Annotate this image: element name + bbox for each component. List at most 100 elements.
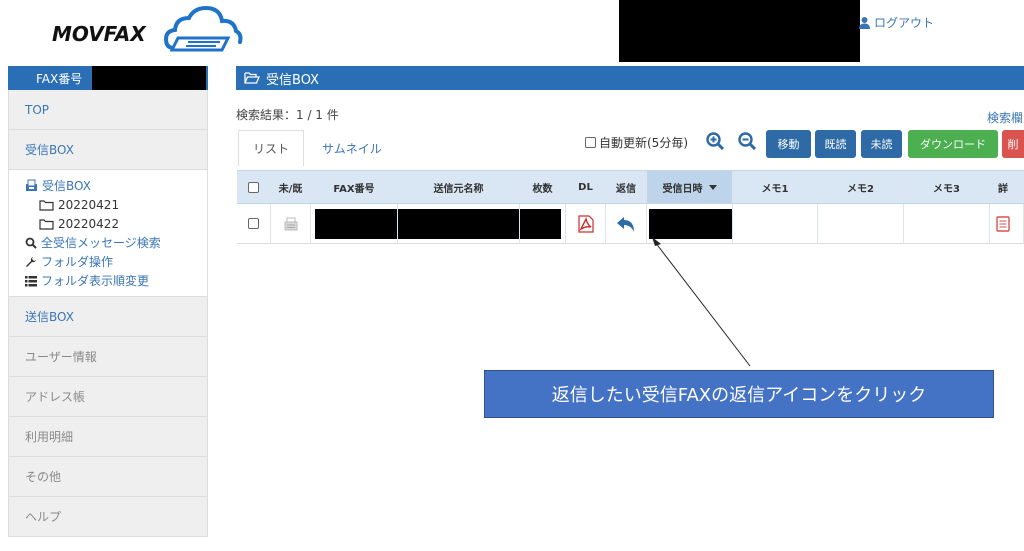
sidebar-item-label: その他 [25,470,62,484]
sender-name-cell [398,204,520,243]
col-header[interactable]: メモ2 [818,171,904,203]
row-select-cell [237,204,271,243]
folder-ops-label: フォルダ操作 [41,255,114,269]
sidebar-title-label: FAX番号 [36,71,83,86]
auto-refresh-checkbox[interactable] [585,137,596,148]
redacted-fax-number [315,208,397,239]
row-checkbox[interactable] [248,218,259,229]
sidebar-item-label: 受信BOX [25,143,74,157]
logout-label: ログアウト [874,16,935,30]
folder-ops-link[interactable]: フォルダ操作 [25,252,207,271]
auto-refresh-toggle[interactable]: 自動更新(5分毎) [585,134,688,151]
read-status-cell [271,204,311,243]
page-title: 受信BOX [266,72,319,88]
user-icon [859,17,870,29]
sidebar-item-help[interactable]: ヘルプ [8,497,208,537]
search-all-link[interactable]: 全受信メッセージ検索 [25,233,207,252]
zoom-in-icon[interactable] [706,132,724,150]
page-count-cell [520,204,566,243]
col-header[interactable]: メモ3 [904,171,990,203]
redacted-fax-number [92,66,206,90]
tab-thumbnail[interactable]: サムネイル [304,130,396,166]
redacted-sender-name [398,208,519,239]
folder-icon [39,218,54,230]
sidebar-item-label: アドレス帳 [25,390,86,404]
memo3-cell [904,204,990,243]
col-header: DL [566,171,606,203]
col-header[interactable]: メモ1 [733,171,818,203]
inbox-tray-icon [26,179,37,191]
sidebar-item-label: 送信BOX [25,310,74,324]
folder-open-icon [244,72,260,84]
sidebar-item-label: 利用明細 [25,430,74,444]
sidebar-title: FAX番号 [8,66,208,90]
sidebar-item-address-book[interactable]: アドレス帳 [8,377,208,417]
received-date-cell [647,204,733,243]
tab-list[interactable]: リスト [238,130,305,166]
pdf-icon[interactable] [577,214,594,233]
sidebar-item-label: ヘルプ [25,510,62,524]
memo1-cell [733,204,818,243]
logo-text: MOVFAX [52,22,146,46]
fax-machine-icon [284,217,297,230]
list-icon [25,275,37,286]
sidebar-item-other[interactable]: その他 [8,457,208,497]
zoom-out-icon[interactable] [738,132,756,150]
detail-cell [990,204,1024,243]
sidebar-item-outbox[interactable]: 送信BOX [8,297,208,337]
folder-label: 20220422 [58,216,120,231]
cloud-fax-icon [164,5,243,52]
sidebar-item-user-info[interactable]: ユーザー情報 [8,337,208,377]
folder-item[interactable]: 20220421 [25,195,207,214]
table-row[interactable] [237,204,1024,244]
col-header-label: 受信日時 [662,183,703,195]
download-button[interactable]: ダウンロード [908,130,998,158]
redacted-received-date [649,208,732,239]
col-header[interactable]: 送信元名称 [398,171,520,203]
search-result-count: 検索結果：1 / 1 件 [236,108,339,122]
download-cell [566,204,606,243]
redacted-page-count [520,208,561,239]
sidebar-item-label: TOP [25,102,50,117]
fax-number-cell [311,204,398,243]
col-header-sorted[interactable]: 受信日時 [647,171,733,203]
sidebar-item-usage-details[interactable]: 利用明細 [8,417,208,457]
header: MOVFAX ログアウト [0,0,1024,62]
movfax-logo[interactable]: MOVFAX [52,4,252,54]
reply-cell [606,204,647,243]
logout-link[interactable]: ログアウト [858,14,934,31]
detail-document-icon[interactable] [996,215,1010,232]
sidebar-item-inbox[interactable]: 受信BOX [8,130,208,170]
auto-refresh-label: 自動更新(5分毎) [599,136,688,150]
mark-unread-button[interactable]: 未読 [861,130,902,158]
view-tabs: リスト サムネイル [238,130,396,166]
mark-read-button[interactable]: 既読 [815,130,856,158]
inbox-root-label: 受信BOX [42,179,91,193]
inbox-root-link[interactable]: 受信BOX [25,176,207,195]
col-header: 返信 [606,171,647,203]
sort-desc-icon [708,184,717,190]
search-panel-link[interactable]: 検索欄 [987,109,1023,126]
folder-order-link[interactable]: フォルダ表示順変更 [25,271,207,290]
col-header: 詳 [990,171,1024,203]
sidebar-item-label: ユーザー情報 [25,350,97,364]
folder-order-label: フォルダ表示順変更 [41,274,150,288]
move-button[interactable]: 移動 [766,130,811,158]
sidebar-item-top[interactable]: TOP [8,90,208,130]
fax-table: 未/既 FAX番号 送信元名称 枚数 DL 返信 受信日時 メモ1 メモ2 メモ… [237,170,1024,244]
reply-icon[interactable] [616,215,636,233]
sidebar: FAX番号 TOP 受信BOX 受信BOX 20220421 20220422 [8,66,208,537]
select-all-checkbox[interactable] [248,181,259,193]
instruction-callout: 返信したい受信FAXの返信アイコンをクリック [484,370,994,418]
col-header[interactable]: FAX番号 [311,171,398,203]
redacted-account-info [619,0,860,62]
folder-item[interactable]: 20220422 [25,214,207,233]
col-header[interactable]: 未/既 [271,171,311,203]
page-title-bar: 受信BOX [236,66,1024,90]
delete-button[interactable]: 削 [1002,130,1024,158]
folder-icon [39,199,54,211]
search-icon [25,237,37,249]
col-header[interactable]: 枚数 [520,171,566,203]
wrench-icon [26,256,36,267]
search-all-label: 全受信メッセージ検索 [41,236,161,250]
